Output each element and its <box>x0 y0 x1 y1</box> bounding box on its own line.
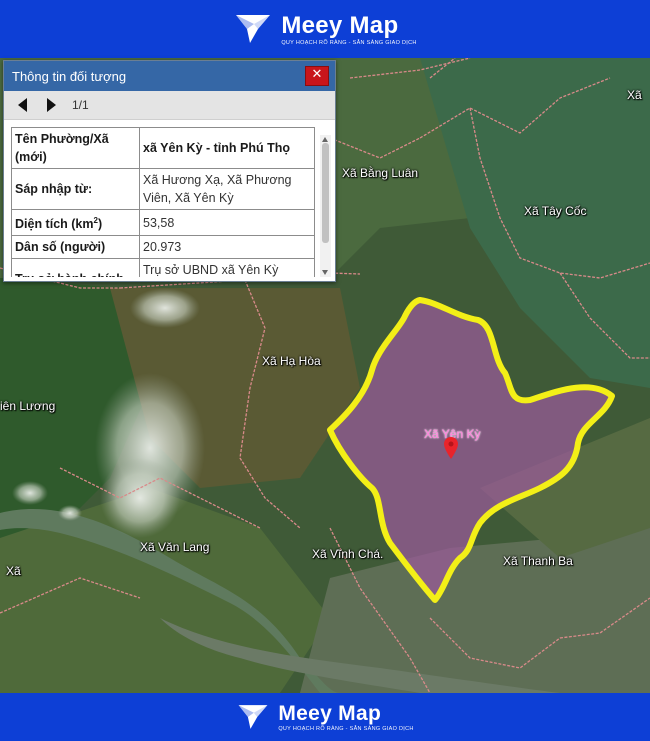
scroll-up-icon[interactable] <box>322 137 328 142</box>
brand-name-footer: Meey Map <box>278 701 382 725</box>
arrow-left-icon <box>18 98 27 112</box>
meey-map-logo-icon <box>236 15 271 43</box>
table-row: Tên Phường/Xã (mới) xã Yên Kỳ - tỉnh Phú… <box>11 127 315 169</box>
next-button[interactable] <box>42 95 60 115</box>
map-label-top-right: Xã <box>627 88 642 102</box>
map-label-xa-thanh-ba: Xã Thanh Ba <box>503 554 573 568</box>
map-label-xa-tay-coc: Xã Tây Cốc <box>524 204 587 218</box>
attribute-value: Trụ sở UBND xã Yên Kỳ trước sáp nhập <box>139 258 315 277</box>
arrow-right-icon <box>47 98 56 112</box>
brand-tagline: QUY HOẠCH RÕ RÀNG - SẴN SÀNG GIAO DỊCH <box>281 39 417 46</box>
attribute-key: Trụ sở hành chính <box>11 258 140 277</box>
attribute-value: Xã Hương Xạ, Xã Phương Viên, Xã Yên Kỳ <box>139 168 315 210</box>
attribute-value: xã Yên Kỳ - tỉnh Phú Thọ <box>139 127 315 169</box>
area-key-end: ) <box>97 217 103 232</box>
brand-name: Meey Map <box>281 11 399 39</box>
brand-tagline-footer: QUY HOẠCH RÕ RÀNG - SẴN SÀNG GIAO DỊCH <box>278 725 414 732</box>
previous-button[interactable] <box>14 95 32 115</box>
panel-title: Thông tin đối tượng <box>12 68 127 84</box>
map-label-xa-vinh-chan: Xã Vĩnh Chá. <box>312 547 384 561</box>
result-pager: 1/1 <box>4 91 335 120</box>
table-row: Dân số (người) 20.973 <box>11 235 315 260</box>
map-label-xa-van-lang: Xã Văn Lang <box>140 540 210 554</box>
top-banner: Meey Map QUY HOẠCH RÕ RÀNG - SẴN SÀNG GI… <box>0 0 650 58</box>
map-label-xa-lien-luong: iên Lương <box>0 399 56 413</box>
page-indicator: 1/1 <box>72 98 89 112</box>
attribute-value: 20.973 <box>139 235 315 260</box>
map-label-xa-ha-hoa: Xã Hạ Hòa <box>262 354 321 368</box>
attribute-key-area: Diện tích (km2) <box>11 208 140 237</box>
attribute-table-container[interactable]: Tên Phường/Xã (mới) xã Yên Kỳ - tỉnh Phú… <box>11 127 315 277</box>
brand-logo-footer: Meey Map QUY HOẠCH RÕ RÀNG - SẴN SÀNG GI… <box>236 700 413 734</box>
attribute-key: Sáp nhập từ: <box>11 168 140 210</box>
map-label-bottom-left: Xã <box>6 564 21 578</box>
scrollbar-thumb[interactable] <box>322 143 329 243</box>
bottom-banner: Meey Map QUY HOẠCH RÕ RÀNG - SẴN SÀNG GI… <box>0 693 650 741</box>
brand-logo: Meey Map QUY HOẠCH RÕ RÀNG - SẴN SÀNG GI… <box>233 9 416 49</box>
close-button[interactable]: ✕ <box>305 66 329 86</box>
scroll-down-icon[interactable] <box>322 270 328 275</box>
panel-header: Thông tin đối tượng ✕ <box>4 61 335 91</box>
attribute-key: Tên Phường/Xã (mới) <box>11 127 140 169</box>
table-row: Trụ sở hành chính Trụ sở UBND xã Yên Kỳ … <box>11 258 315 277</box>
meey-map-logo-icon <box>238 705 268 729</box>
area-key-base: Diện tích (km <box>15 217 94 232</box>
table-row: Sáp nhập từ: Xã Hương Xạ, Xã Phương Viên… <box>11 168 315 210</box>
panel-scrollbar[interactable] <box>320 135 331 277</box>
feature-info-panel: Thông tin đối tượng ✕ 1/1 Tên Phường/Xã … <box>3 60 336 282</box>
table-row: Diện tích (km2) 53,58 <box>11 208 315 237</box>
attribute-value: 53,58 <box>139 208 315 237</box>
map-label-xa-bang-luan: Xã Bằng Luân <box>342 166 419 180</box>
attribute-key: Dân số (người) <box>11 235 140 260</box>
map-marker-pin-icon[interactable] <box>444 437 458 459</box>
attribute-table: Tên Phường/Xã (mới) xã Yên Kỳ - tỉnh Phú… <box>11 127 315 277</box>
